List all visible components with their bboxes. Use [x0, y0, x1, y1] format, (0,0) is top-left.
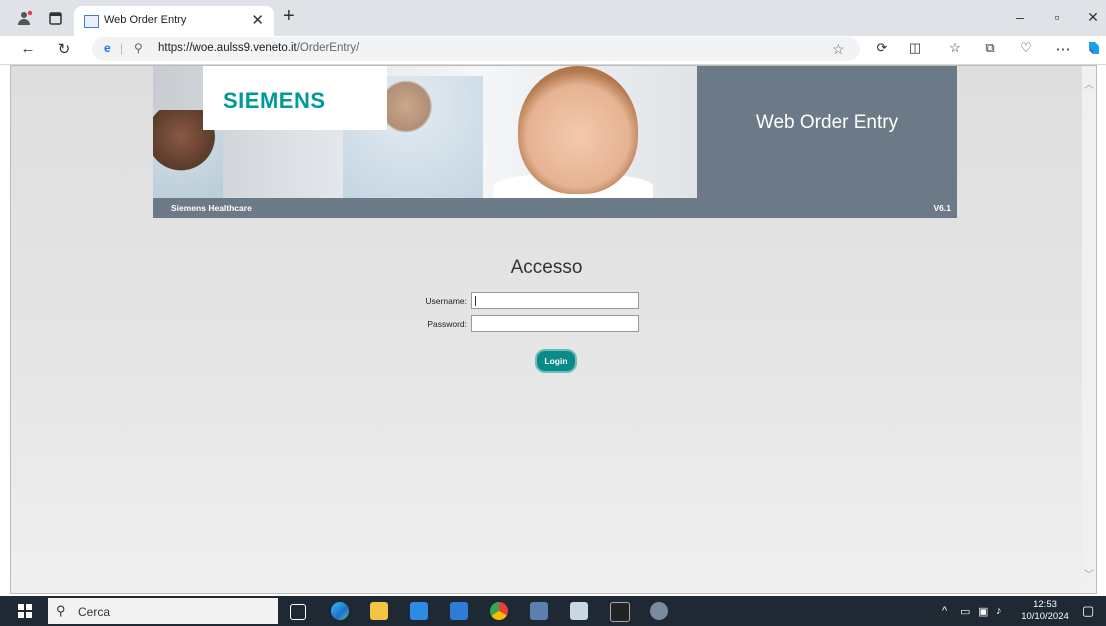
password-field[interactable] [471, 315, 639, 332]
minimize-icon[interactable]: – [1010, 9, 1030, 25]
app-title-panel: Web Order Entry [697, 66, 957, 198]
refresh-icon[interactable]: ↻ [54, 40, 74, 58]
text-caret [475, 296, 476, 306]
page-scrollbar[interactable]: ︿ ﹀ [1082, 66, 1096, 593]
logo-text: SIEMENS [223, 88, 326, 113]
favorites-icon[interactable]: ☆ [945, 40, 965, 56]
split-screen-icon[interactable]: ◫ [905, 40, 925, 56]
banner-footer-bar: Siemens Healthcare V6.1 [153, 198, 957, 218]
scroll-up-icon[interactable]: ︿ [1084, 76, 1094, 91]
favorite-star-icon[interactable]: ☆ [832, 41, 845, 58]
windows-taskbar: ⚲ Cerca ^ ▭ ▣ ♪ 12:53 10/10/2024 ▢ [0, 596, 1106, 626]
login-heading: Accesso [510, 257, 583, 278]
show-hidden-icons-icon[interactable]: ^ [942, 605, 947, 617]
notifications-icon[interactable]: ▢ [1082, 603, 1094, 619]
banner-doctor-face [518, 66, 638, 194]
site-info-icon[interactable]: ⚲ [134, 41, 143, 55]
restore-icon[interactable]: ▫ [1047, 9, 1067, 25]
mail-icon[interactable] [450, 602, 468, 620]
more-options-icon[interactable]: ⋯ [1053, 40, 1073, 58]
page-favicon-icon [84, 15, 99, 28]
version-label: V6.1 [933, 203, 952, 213]
tab-title: Web Order Entry [104, 14, 187, 26]
copilot-icon[interactable] [1084, 40, 1104, 60]
paint-icon[interactable] [650, 602, 668, 620]
chrome-icon[interactable] [490, 602, 508, 620]
address-bar[interactable]: e | ⚲ https://woe.aulss9.veneto.it/Order… [92, 37, 860, 61]
microsoft-store-icon[interactable] [410, 602, 428, 620]
tab-actions-icon[interactable] [46, 9, 64, 27]
clock-time: 12:53 [1033, 599, 1057, 610]
remote-app-icon[interactable] [530, 602, 548, 620]
password-label: Password: [427, 319, 467, 329]
browser-essentials-icon[interactable]: ♡ [1016, 40, 1036, 56]
task-view-icon[interactable] [290, 604, 306, 620]
separator: | [120, 41, 124, 55]
terminal-icon[interactable] [610, 602, 630, 622]
search-placeholder: Cerca [78, 605, 111, 619]
collections-icon[interactable]: ⧉ [980, 40, 1000, 56]
search-icon: ⚲ [56, 603, 66, 618]
url-text[interactable]: https://woe.aulss9.veneto.it/OrderEntry/ [158, 42, 359, 54]
scroll-down-icon[interactable]: ﹀ [1084, 566, 1094, 581]
volume-icon[interactable]: ♪ [996, 605, 1002, 617]
back-icon[interactable]: ← [18, 40, 38, 57]
app-title: Web Order Entry [755, 112, 899, 133]
new-tab-icon[interactable]: + [283, 5, 295, 28]
browser-toolbar: ← ↻ e | ⚲ https://woe.aulss9.veneto.it/O… [0, 36, 1106, 65]
url-path: /OrderEntry/ [296, 42, 360, 54]
url-host: https://woe.aulss9.veneto.it [158, 42, 297, 54]
siemens-logo: SIEMENS [203, 66, 387, 130]
login-button[interactable]: Login [535, 349, 577, 373]
ie-mode-icon[interactable]: e [104, 41, 111, 55]
banner-photo: SIEMENS [153, 66, 697, 198]
edge-browser-icon[interactable] [331, 602, 349, 620]
read-aloud-icon[interactable]: ⟳ [872, 40, 892, 56]
tab-close-icon[interactable]: ✕ [251, 11, 264, 29]
tab-web-order-entry[interactable]: Web Order Entry ✕ [74, 6, 274, 36]
file-explorer-icon[interactable] [370, 602, 388, 620]
browser-titlebar: Web Order Entry ✕ + – ▫ ✕ [0, 0, 1106, 36]
username-label: Username: [425, 296, 467, 306]
web-page: SIEMENS Web Order Entry Siemens Healthca… [10, 65, 1097, 594]
clock-date: 10/10/2024 [1021, 611, 1069, 622]
taskbar-search[interactable]: ⚲ Cerca [48, 598, 278, 624]
system-clock[interactable]: 12:53 10/10/2024 [1016, 599, 1074, 623]
close-window-icon[interactable]: ✕ [1083, 9, 1103, 26]
battery-icon[interactable]: ▭ [960, 605, 970, 618]
network-icon[interactable]: ▣ [978, 605, 988, 618]
username-field[interactable] [471, 292, 639, 309]
header-banner: SIEMENS Web Order Entry Siemens Healthca… [153, 66, 957, 218]
profile-icon[interactable] [16, 9, 34, 27]
company-name: Siemens Healthcare [171, 203, 252, 213]
windows-start-icon[interactable] [18, 604, 32, 618]
notepad-icon[interactable] [570, 602, 588, 620]
